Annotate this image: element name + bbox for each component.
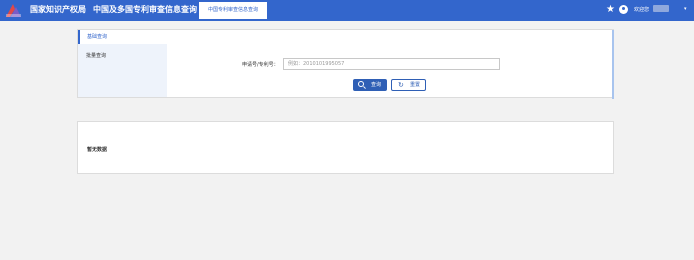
search-icon [358,81,364,87]
panel-scroll-edge [612,30,614,99]
tab-china-patent-query[interactable]: 中国专利审查信息查询 [199,2,267,21]
query-button[interactable]: 查询 [353,79,387,91]
query-type-sidebar: 基础查询 批量查询 [78,30,167,97]
query-button-label: 查询 [371,82,382,88]
brand-title[interactable]: 国家知识产权局 [30,4,86,16]
username-redacted [653,5,669,12]
sidebar-item-basic-query[interactable]: 基础查询 [78,30,167,44]
user-icon[interactable] [619,5,628,14]
chevron-down-icon[interactable]: ▾ [684,6,687,12]
application-number-input[interactable]: 例如：2010101995057 [283,58,500,70]
results-panel: 暂无数据 [77,121,614,174]
sidebar-item-batch-query[interactable]: 批量查询 [86,52,106,59]
system-title: 中国及多国专利审查信息查询 [93,5,197,14]
reset-button-label: 重置 [410,82,421,88]
welcome-text: 欢迎您 [634,7,650,13]
refresh-icon: ↻ [398,81,404,89]
no-data-message: 暂无数据 [87,147,108,153]
reset-button[interactable]: ↻ 重置 [391,79,426,91]
application-number-label: 申请号/专利号： [242,62,279,68]
cnipa-logo-icon [6,4,21,17]
star-icon[interactable]: ★ [606,4,615,16]
top-navigation-bar: 国家知识产权局 中国及多国专利审查信息查询 中国专利审查信息查询 ★ 欢迎您 ▾ [0,0,694,21]
